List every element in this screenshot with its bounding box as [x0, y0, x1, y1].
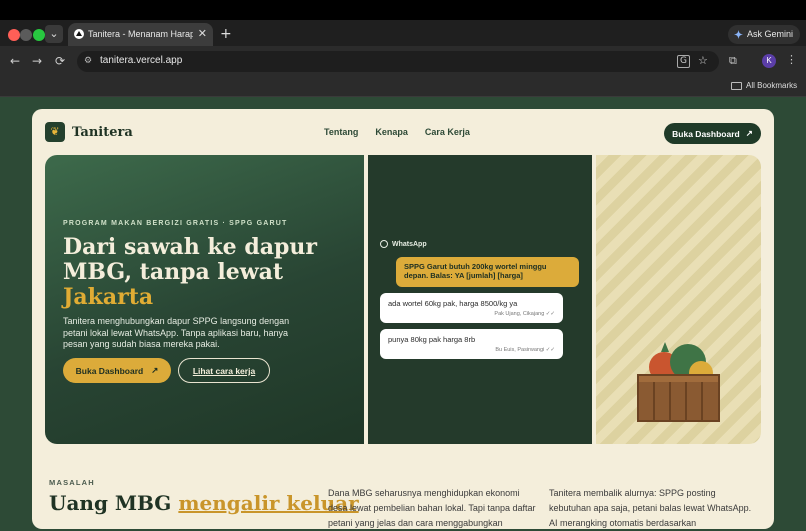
hero-eyebrow: PROGRAM MAKAN BERGIZI GRATIS · SPPG GARU… [63, 220, 288, 227]
hero-headline: Dari sawah ke dapur MBG, tanpa lewat Jak… [63, 235, 353, 310]
all-bookmarks-link[interactable]: All Bookmarks [746, 81, 797, 90]
brand-home-link[interactable]: ❦ Tanitera [45, 122, 133, 142]
incoming-message: ada wortel 60kg pak, harga 8500/kg ya Pa… [380, 293, 563, 323]
back-arrow-icon[interactable]: ← [7, 53, 23, 69]
message-sender-meta: Bu Euis, Pasirwangi ✓✓ [495, 347, 555, 353]
problem-title-plain: Uang MBG [49, 491, 179, 515]
crate-slat [669, 382, 671, 420]
header-dashboard-button[interactable]: Buka Dashboard ↗ [664, 123, 761, 144]
browser-tab-bar: ⌄ Tanitera - Menanam Harapan ✕ + Ask Gem… [0, 0, 806, 46]
chat-bubble-icon [380, 240, 388, 248]
wooden-crate [637, 374, 720, 422]
hero-dashboard-button[interactable]: Buka Dashboard ↗ [63, 358, 171, 383]
profile-avatar[interactable]: K [762, 54, 776, 68]
problem-paragraph: Dana MBG seharusnya menghidupkan ekonomi… [328, 488, 536, 528]
tab-list-chevron-icon[interactable]: ⌄ [45, 25, 63, 43]
extensions-puzzle-icon[interactable]: ⧉ [729, 54, 737, 68]
folder-icon [731, 82, 742, 90]
reload-icon[interactable]: ⟳ [52, 53, 68, 69]
how-it-works-label: Lihat cara kerja [192, 365, 256, 376]
nav-link-tentang[interactable]: Tentang [324, 127, 358, 137]
url-text[interactable]: tanitera.vercel.app [100, 55, 182, 66]
solution-paragraph: Tanitera membalik alurnya: SPPG posting … [549, 488, 752, 528]
zoom-window-button[interactable] [33, 29, 45, 41]
translate-icon[interactable]: G [677, 55, 690, 68]
incoming-message: punya 80kg pak harga 8rb Bu Euis, Pasirw… [380, 329, 563, 359]
tab-close-icon[interactable]: ✕ [198, 27, 207, 40]
headline-line-1: Dari sawah ke dapur [63, 234, 317, 260]
gemini-sparkle-icon [733, 30, 743, 39]
arrow-up-right-icon: ↗ [745, 128, 753, 138]
sprout-logo-icon: ❦ [45, 122, 65, 142]
page-background: ❦ Tanitera Tentang Kenapa Cara Kerja Buk… [0, 97, 806, 529]
outgoing-message: SPPG Garut butuh 200kg wortel minggu dep… [396, 257, 579, 287]
header-dashboard-label: Buka Dashboard [672, 128, 740, 139]
problem-eyebrow: MASALAH [49, 478, 95, 487]
whatsapp-preview-panel: WhatsApp SPPG Garut butuh 200kg wortel m… [368, 155, 592, 444]
problem-title: Uang MBG mengalir keluar [49, 491, 359, 515]
forward-arrow-icon[interactable]: → [29, 53, 45, 69]
hero-panel: PROGRAM MAKAN BERGIZI GRATIS · SPPG GARU… [45, 155, 364, 444]
headline-accent: Jakarta [63, 284, 154, 310]
bookmarks-bar: All Bookmarks [0, 76, 806, 97]
tab-title: Tanitera - Menanam Harapan [88, 29, 193, 39]
whatsapp-label: WhatsApp [392, 240, 427, 248]
crate-slat [685, 382, 687, 420]
site-settings-icon[interactable]: ⚙ [84, 56, 95, 67]
nav-link-kenapa[interactable]: Kenapa [375, 127, 408, 137]
site-card: ❦ Tanitera Tentang Kenapa Cara Kerja Buk… [32, 109, 774, 529]
site-favicon-icon [74, 29, 84, 39]
brand-name: Tanitera [72, 124, 133, 140]
message-sender-meta: Pak Ujang, Cikajang ✓✓ [494, 311, 555, 317]
vegetable-crate-illustration [596, 155, 761, 444]
browser-tab[interactable]: Tanitera - Menanam Harapan ✕ [68, 23, 213, 46]
whatsapp-header: WhatsApp [380, 240, 427, 248]
close-window-button[interactable] [8, 29, 20, 41]
incoming-message-text: punya 80kg pak harga 8rb [388, 335, 476, 344]
hero-dashboard-label: Buka Dashboard [75, 365, 144, 376]
browser-menu-kebab-icon[interactable]: ⋮ [786, 53, 797, 66]
top-strip [0, 0, 806, 20]
nav-link-cara-kerja[interactable]: Cara Kerja [425, 127, 470, 137]
minimize-window-button[interactable] [20, 29, 32, 41]
new-tab-plus-icon[interactable]: + [220, 27, 232, 41]
crate-slat [701, 382, 703, 420]
headline-line-2: MBG, tanpa lewat [63, 259, 284, 285]
ask-gemini-button[interactable]: Ask Gemini [727, 25, 800, 44]
leaf-shape [661, 342, 669, 352]
outgoing-message-text: SPPG Garut butuh 200kg wortel minggu dep… [404, 262, 547, 280]
address-bar[interactable]: ⚙ tanitera.vercel.app G ☆ [77, 51, 719, 72]
bookmark-star-icon[interactable]: ☆ [698, 54, 708, 67]
how-it-works-button[interactable]: Lihat cara kerja [178, 358, 270, 383]
hero-description: Tanitera menghubungkan dapur SPPG langsu… [63, 316, 290, 349]
arrow-up-right-icon: ↗ [151, 365, 159, 375]
incoming-message-text: ada wortel 60kg pak, harga 8500/kg ya [388, 299, 518, 308]
crate-slat [653, 382, 655, 420]
browser-toolbar: ← → ⟳ ⚙ tanitera.vercel.app G ☆ ⧉ K ⋮ [0, 46, 806, 76]
main-nav: Tentang Kenapa Cara Kerja [324, 127, 470, 137]
ask-gemini-label: Ask Gemini [746, 29, 793, 39]
